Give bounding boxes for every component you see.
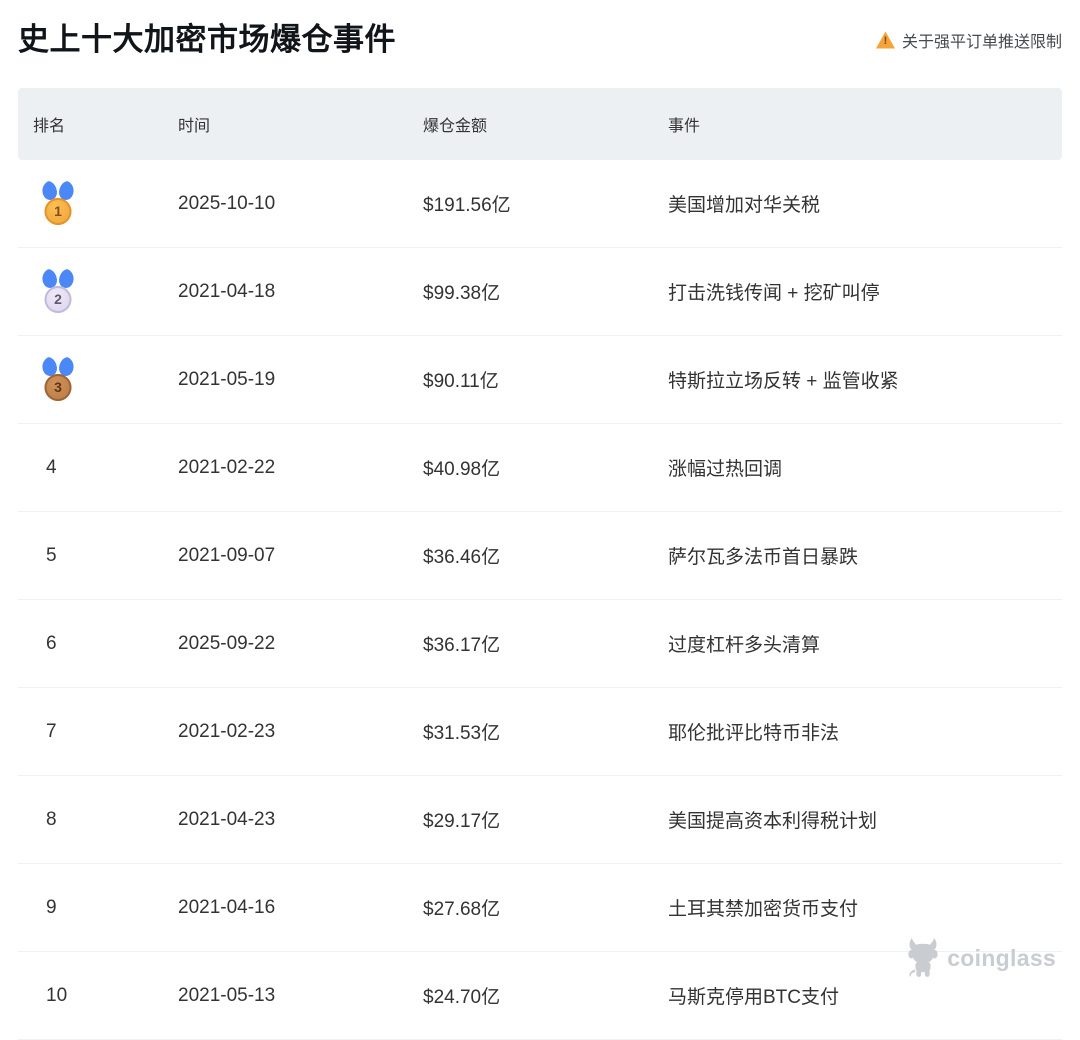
medal-rank-number: 2 xyxy=(44,285,72,313)
liquidation-amount: $40.98亿 xyxy=(423,459,501,480)
warning-triangle-icon: ! xyxy=(875,31,895,49)
rank-cell: 3 xyxy=(18,358,163,402)
event-date: 2025-09-22 xyxy=(178,632,276,654)
table-row: 7 2021-02-23 $31.53亿 耶伦批评比特币非法 xyxy=(18,688,1062,776)
event-description: 萨尔瓦多法币首日暴跌 xyxy=(668,547,859,568)
rank-medal-icon: 2 xyxy=(40,270,76,314)
table-row: 9 2021-04-16 $27.68亿 土耳其禁加密货币支付 xyxy=(18,864,1062,952)
rank-cell: 1 xyxy=(18,182,163,226)
table-row: 3 2021-05-19 $90.11亿 特斯拉立场反转 + 监管收紧 xyxy=(18,336,1062,424)
rank-cell: 4 xyxy=(18,457,163,479)
rank-cell: 2 xyxy=(18,270,163,314)
liquidation-amount: $36.46亿 xyxy=(423,547,501,568)
column-header-rank: 排名 xyxy=(33,118,66,135)
column-header-event: 事件 xyxy=(668,118,701,135)
table-header-row: 排名 时间 爆仓金额 事件 xyxy=(18,88,1062,160)
rank-cell: 7 xyxy=(18,721,163,743)
medal-rank-number: 3 xyxy=(44,373,72,401)
liquidation-events-table: 排名 时间 爆仓金额 事件 1 2025-10-10 $191.56亿 美国增加… xyxy=(18,88,1062,1040)
event-description: 特斯拉立场反转 + 监管收紧 xyxy=(668,371,899,392)
liquidation-amount: $36.17亿 xyxy=(423,635,501,656)
liquidation-amount: $31.53亿 xyxy=(423,723,501,744)
column-header-amount: 爆仓金额 xyxy=(423,118,488,135)
rank-cell: 8 xyxy=(18,809,163,831)
rank-cell: 10 xyxy=(18,985,163,1007)
table-row: 10 2021-05-13 $24.70亿 马斯克停用BTC支付 xyxy=(18,952,1062,1040)
event-description: 打击洗钱传闻 + 挖矿叫停 xyxy=(668,283,880,304)
event-date: 2021-05-13 xyxy=(178,984,276,1006)
event-date: 2021-05-19 xyxy=(178,368,276,390)
table-row: 8 2021-04-23 $29.17亿 美国提高资本利得税计划 xyxy=(18,776,1062,864)
warning-exclamation: ! xyxy=(883,34,888,47)
event-description: 美国提高资本利得税计划 xyxy=(668,811,878,832)
table-body: 1 2025-10-10 $191.56亿 美国增加对华关税 2 2021-04… xyxy=(18,160,1062,1040)
rank-number: 5 xyxy=(46,544,57,566)
rank-number: 4 xyxy=(46,456,57,478)
event-date: 2021-02-22 xyxy=(178,456,276,478)
rank-cell: 5 xyxy=(18,545,163,567)
event-description: 过度杠杆多头清算 xyxy=(668,635,821,656)
page-title: 史上十大加密市场爆仓事件 xyxy=(18,22,396,57)
rank-number: 10 xyxy=(46,984,68,1006)
notice-label: 关于强平订单推送限制 xyxy=(901,34,1062,51)
event-date: 2021-09-07 xyxy=(178,544,276,566)
table-row: 1 2025-10-10 $191.56亿 美国增加对华关税 xyxy=(18,160,1062,248)
liquidation-amount: $29.17亿 xyxy=(423,811,501,832)
event-date: 2025-10-10 xyxy=(178,192,276,214)
rank-cell: 9 xyxy=(18,897,163,919)
event-description: 美国增加对华关税 xyxy=(668,195,821,216)
table-row: 4 2021-02-22 $40.98亿 涨幅过热回调 xyxy=(18,424,1062,512)
event-date: 2021-02-23 xyxy=(178,720,276,742)
event-description: 土耳其禁加密货币支付 xyxy=(668,899,859,920)
rank-cell: 6 xyxy=(18,633,163,655)
event-date: 2021-04-16 xyxy=(178,896,276,918)
rank-number: 9 xyxy=(46,896,57,918)
rank-medal-icon: 1 xyxy=(40,182,76,226)
liquidation-push-limit-link[interactable]: ! 关于强平订单推送限制 xyxy=(875,28,1062,52)
table-row: 5 2021-09-07 $36.46亿 萨尔瓦多法币首日暴跌 xyxy=(18,512,1062,600)
rank-medal-icon: 3 xyxy=(40,358,76,402)
event-description: 涨幅过热回调 xyxy=(668,459,783,480)
liquidation-amount: $90.11亿 xyxy=(423,371,499,392)
event-description: 耶伦批评比特币非法 xyxy=(668,723,840,744)
table-row: 2 2021-04-18 $99.38亿 打击洗钱传闻 + 挖矿叫停 xyxy=(18,248,1062,336)
rank-number: 7 xyxy=(46,720,57,742)
liquidation-amount: $24.70亿 xyxy=(423,987,501,1008)
table-row: 6 2025-09-22 $36.17亿 过度杠杆多头清算 xyxy=(18,600,1062,688)
rank-number: 6 xyxy=(46,632,57,654)
page-header: 史上十大加密市场爆仓事件 ! 关于强平订单推送限制 xyxy=(18,0,1062,58)
rank-number: 8 xyxy=(46,808,57,830)
liquidation-amount: $99.38亿 xyxy=(423,283,501,304)
event-description: 马斯克停用BTC支付 xyxy=(668,987,840,1008)
liquidation-events-page: 史上十大加密市场爆仓事件 ! 关于强平订单推送限制 排名 时间 爆仓金额 事件 … xyxy=(0,0,1080,1040)
event-date: 2021-04-23 xyxy=(178,808,276,830)
liquidation-amount: $191.56亿 xyxy=(423,195,511,216)
event-date: 2021-04-18 xyxy=(178,280,276,302)
liquidation-amount: $27.68亿 xyxy=(423,899,501,920)
medal-rank-number: 1 xyxy=(44,197,72,225)
column-header-time: 时间 xyxy=(178,118,211,135)
